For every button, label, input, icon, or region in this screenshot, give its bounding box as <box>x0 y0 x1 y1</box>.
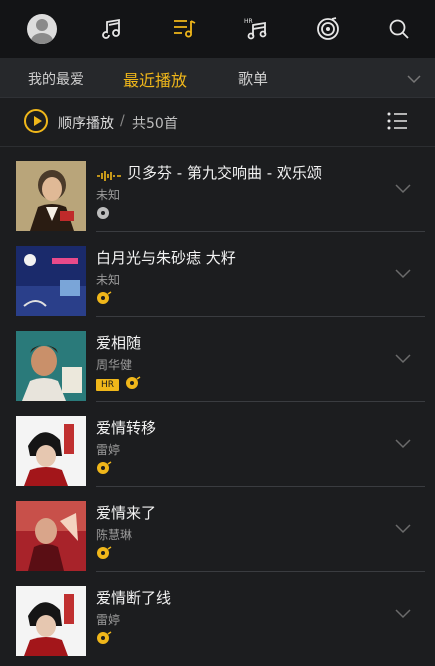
song-title: 爱情断了线 <box>96 589 172 607</box>
music-disc-icon <box>96 630 112 649</box>
list-edit-icon[interactable] <box>387 112 409 134</box>
tab-playlists[interactable]: 歌单 <box>238 68 268 89</box>
chevron-down-icon[interactable] <box>395 604 411 623</box>
list-item[interactable]: 白月光与朱砂痣 大籽 未知 <box>0 232 435 317</box>
music-disc-icon <box>96 460 112 479</box>
music-disc-icon <box>96 290 112 309</box>
chevron-down-icon[interactable] <box>407 69 421 88</box>
chevron-down-icon[interactable] <box>395 349 411 368</box>
svg-text:HR: HR <box>244 18 253 25</box>
avatar-button[interactable] <box>26 13 58 45</box>
song-artist: 未知 <box>96 273 121 287</box>
song-artist: 雷婷 <box>96 443 121 457</box>
hr-music-icon[interactable]: HR <box>240 13 272 45</box>
album-cover <box>16 586 86 656</box>
list-item[interactable]: 爱情断了线 雷婷 <box>0 572 435 656</box>
play-mode-label[interactable]: 顺序播放 <box>58 113 114 133</box>
list-item[interactable]: 贝多芬 - 第九交响曲 - 欢乐颂 未知 <box>0 147 435 232</box>
song-artist: 陈慧琳 <box>96 528 133 542</box>
album-cover <box>16 246 86 316</box>
song-title: 白月光与朱砂痣 大籽 <box>96 249 236 267</box>
tab-recently-played[interactable]: 最近播放 <box>123 67 187 91</box>
tab-favorites[interactable]: 我的最爱 <box>28 69 84 89</box>
music-disc-icon <box>125 375 141 394</box>
list-item[interactable]: 爱情转移 雷婷 <box>0 402 435 487</box>
song-title: 爱相随 <box>96 334 142 352</box>
chevron-down-icon[interactable] <box>395 179 411 198</box>
playlist-icon[interactable] <box>169 13 201 45</box>
play-control-bar: 顺序播放 / 共50首 <box>0 98 435 147</box>
avatar <box>27 14 57 44</box>
song-title: 爱情转移 <box>96 419 157 437</box>
chevron-down-icon[interactable] <box>395 519 411 538</box>
play-all-button[interactable] <box>24 109 48 133</box>
song-count: 共50首 <box>132 116 178 132</box>
song-title: 贝多芬 - 第九交响曲 - 欢乐颂 <box>127 164 322 182</box>
music-disc-icon <box>96 545 112 564</box>
song-artist: 未知 <box>96 188 121 202</box>
album-cover <box>16 161 86 231</box>
album-cover <box>16 416 86 486</box>
top-navigation-bar: HR <box>0 0 435 58</box>
list-item[interactable]: 爱情来了 陈慧琳 <box>0 487 435 572</box>
album-cover <box>16 331 86 401</box>
separator: / <box>120 113 125 129</box>
now-playing-icon <box>96 167 122 186</box>
hr-badge: HR <box>96 378 120 391</box>
song-artist: 雷婷 <box>96 613 121 627</box>
chevron-down-icon[interactable] <box>395 264 411 283</box>
music-note-icon[interactable] <box>97 13 129 45</box>
radio-icon[interactable] <box>312 13 344 45</box>
disc-icon <box>96 205 110 224</box>
search-icon[interactable] <box>383 13 415 45</box>
chevron-down-icon[interactable] <box>395 434 411 453</box>
category-tabs: 我的最爱 最近播放 歌单 <box>0 58 435 98</box>
song-title: 爱情来了 <box>96 504 157 522</box>
list-item[interactable]: 爱相随 周华健 HR <box>0 317 435 402</box>
song-artist: 周华健 <box>96 358 133 372</box>
album-cover <box>16 501 86 571</box>
